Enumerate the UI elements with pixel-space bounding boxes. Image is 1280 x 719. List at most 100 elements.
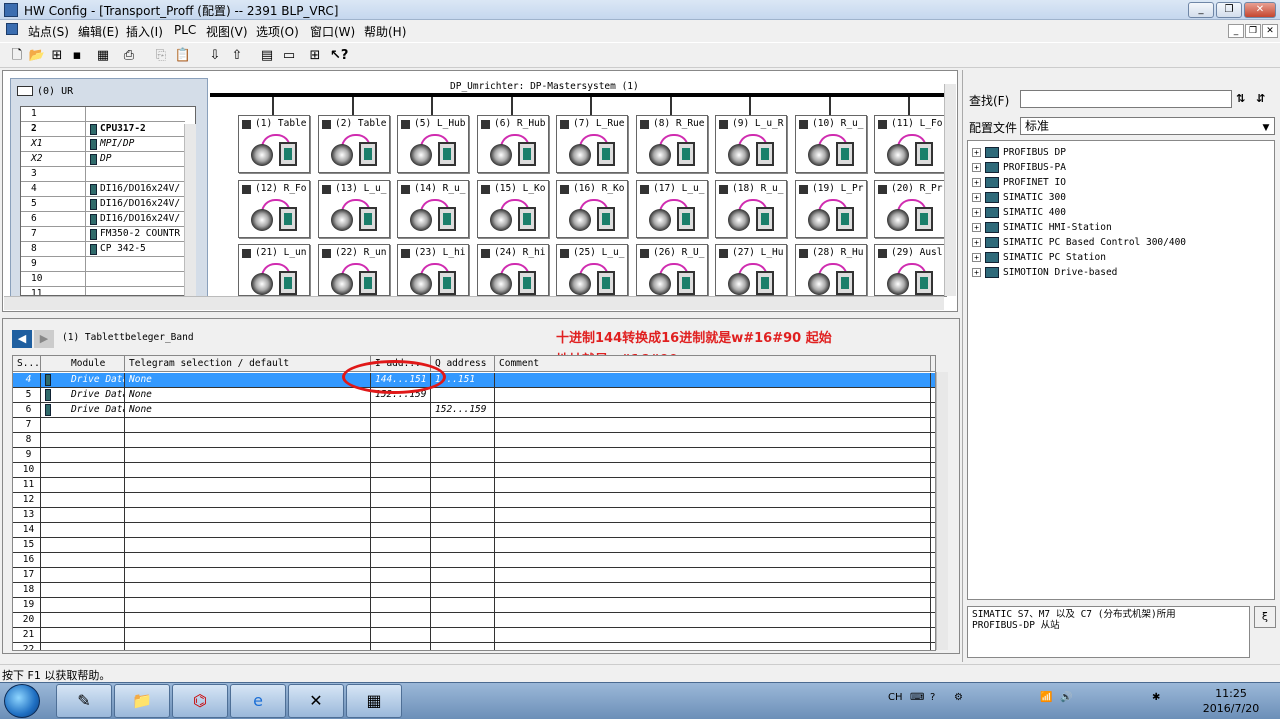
table-row[interactable]: 15 [13, 538, 935, 553]
i-address-cell[interactable] [371, 448, 431, 463]
dp-slave[interactable]: (15) L_Ko [477, 180, 549, 238]
upload-icon[interactable]: ⇧ [228, 47, 246, 65]
module-cell[interactable]: Drive Data [41, 388, 125, 403]
table-row[interactable]: 13 [13, 508, 935, 523]
menu-edit[interactable]: 编辑(E) [78, 23, 119, 40]
explorer-task[interactable]: 📁 [114, 684, 170, 718]
comment-cell[interactable] [495, 568, 931, 583]
expand-icon[interactable]: + [972, 223, 981, 232]
find-prev-icon[interactable]: ⇵ [1256, 92, 1265, 105]
station-vertical-scrollbar[interactable] [944, 84, 956, 296]
catalog-tree-item[interactable]: + SIMATIC HMI-Station [972, 220, 1112, 235]
menu-help[interactable]: 帮助(H) [364, 23, 406, 40]
dp-slave[interactable]: (28) R_Hu [795, 244, 867, 296]
q-address-cell[interactable] [431, 613, 495, 628]
expand-icon[interactable]: + [972, 268, 981, 277]
dp-slave[interactable]: (20) R_Pr [874, 180, 946, 238]
i-address-cell[interactable] [371, 508, 431, 523]
table-row[interactable]: 4 Drive Data None 144...151 1...151 [13, 373, 935, 388]
expand-icon[interactable]: + [972, 163, 981, 172]
catalog-tree-item[interactable]: + PROFIBUS DP [972, 145, 1066, 160]
minimize-button[interactable]: _ [1188, 2, 1214, 18]
rack-row[interactable]: 6 DI16/DO16x24V/ [21, 212, 185, 227]
help-tray-icon[interactable]: ? [930, 692, 935, 703]
detail-scrollbar[interactable] [936, 372, 948, 650]
i-address-cell[interactable] [371, 493, 431, 508]
slot-cell[interactable]: 11 [13, 478, 41, 493]
table-row[interactable]: 16 [13, 553, 935, 568]
network-icon[interactable]: ⊞ [48, 47, 66, 65]
telegram-cell[interactable] [125, 628, 371, 643]
mdi-restore-button[interactable]: ❐ [1245, 24, 1261, 38]
tray-icon[interactable]: ⚙ [954, 692, 963, 703]
table-row[interactable]: 19 [13, 598, 935, 613]
mdi-minimize-button[interactable]: _ [1228, 24, 1244, 38]
module-cell[interactable] [41, 583, 125, 598]
comment-cell[interactable] [495, 433, 931, 448]
q-address-cell[interactable] [431, 523, 495, 538]
menu-insert[interactable]: 插入(I) [126, 23, 163, 40]
slot-cell[interactable]: 20 [13, 613, 41, 628]
q-address-cell[interactable] [431, 598, 495, 613]
rack-row[interactable]: 2 CPU317-2 [21, 122, 185, 137]
telegram-cell[interactable] [125, 508, 371, 523]
dp-bus-line[interactable] [210, 93, 944, 97]
telegram-cell[interactable] [125, 463, 371, 478]
network-tray-icon[interactable]: 📶 [1040, 692, 1052, 703]
dp-slave[interactable]: (27) L_Hu [715, 244, 787, 296]
module-cell[interactable] [41, 538, 125, 553]
comment-cell[interactable] [495, 478, 931, 493]
module-cell[interactable] [41, 553, 125, 568]
table-row[interactable]: 11 [13, 478, 935, 493]
q-address-cell[interactable] [431, 553, 495, 568]
grid-icon[interactable]: ⊞ [306, 47, 324, 65]
comment-cell[interactable] [495, 613, 931, 628]
comment-cell[interactable] [495, 523, 931, 538]
comment-cell[interactable] [495, 598, 931, 613]
find-next-icon[interactable]: ⇅ [1236, 92, 1245, 105]
back-arrow-icon[interactable]: ◀ [12, 330, 32, 348]
table-row[interactable]: 20 [13, 613, 935, 628]
table-row[interactable]: 17 [13, 568, 935, 583]
dp-slave[interactable]: (26) R_U_ [636, 244, 708, 296]
col-telegram[interactable]: Telegram selection / default [125, 356, 371, 372]
slot-cell[interactable]: 12 [13, 493, 41, 508]
comment-cell[interactable] [495, 538, 931, 553]
rack-row[interactable]: 3 [21, 167, 185, 182]
i-address-cell[interactable] [371, 403, 431, 418]
module-cell[interactable] [41, 418, 125, 433]
telegram-cell[interactable] [125, 478, 371, 493]
expand-icon[interactable]: + [972, 238, 981, 247]
dp-slave[interactable]: (17) L_u_ [636, 180, 708, 238]
dp-slave[interactable]: (5) L_Hub [397, 115, 469, 173]
rack-row[interactable]: 9 [21, 257, 185, 272]
i-address-cell[interactable] [371, 598, 431, 613]
table-row[interactable]: 7 [13, 418, 935, 433]
module-cell[interactable] [41, 643, 125, 650]
comment-cell[interactable] [495, 418, 931, 433]
comment-cell[interactable] [495, 508, 931, 523]
table-row[interactable]: 10 [13, 463, 935, 478]
slot-cell[interactable]: 14 [13, 523, 41, 538]
comment-cell[interactable] [495, 403, 931, 418]
catalog-tree-item[interactable]: + PROFIBUS-PA [972, 160, 1066, 175]
i-address-cell[interactable] [371, 433, 431, 448]
telegram-cell[interactable] [125, 598, 371, 613]
netpro-task[interactable]: ✕ [288, 684, 344, 718]
catalog-tree-item[interactable]: + SIMATIC 300 [972, 190, 1066, 205]
slot-cell[interactable]: 10 [13, 463, 41, 478]
dp-slave[interactable]: (6) R_Hub [477, 115, 549, 173]
table-row[interactable]: 5 Drive Data None 152...159 [13, 388, 935, 403]
dp-slave[interactable]: (11) L_Fo [874, 115, 946, 173]
telegram-cell[interactable] [125, 568, 371, 583]
expand-icon[interactable]: + [972, 253, 981, 262]
ime-icon[interactable]: ⌨ [910, 692, 924, 703]
module-cell[interactable] [41, 478, 125, 493]
profile-select[interactable]: 标准 ▼ [1020, 117, 1275, 135]
rack-row[interactable]: 11 [21, 287, 185, 295]
module-cell[interactable] [41, 523, 125, 538]
table-row[interactable]: 21 [13, 628, 935, 643]
comment-cell[interactable] [495, 583, 931, 598]
dp-slave[interactable]: (21) L_un [238, 244, 310, 296]
comment-cell[interactable] [495, 643, 931, 650]
